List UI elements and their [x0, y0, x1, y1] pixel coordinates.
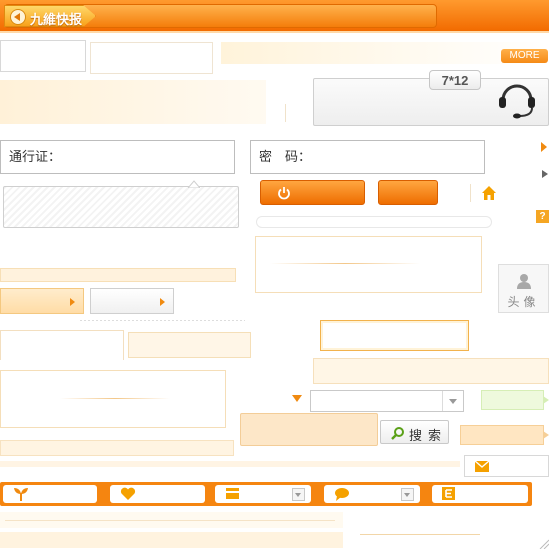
- password-label: 密 码：: [259, 149, 312, 164]
- divider: [60, 398, 170, 399]
- dropdown-button[interactable]: [0, 288, 84, 314]
- panel-strip: [0, 440, 234, 456]
- passport-field[interactable]: 通行证：: [0, 140, 235, 174]
- divider: [5, 520, 335, 521]
- login-button[interactable]: [260, 180, 365, 205]
- avatar[interactable]: 头像: [498, 264, 549, 313]
- news-tab-label: 九維快报: [30, 12, 83, 27]
- orange-tag: [460, 425, 544, 445]
- divider: [285, 104, 286, 122]
- password-field[interactable]: 密 码：: [250, 140, 485, 174]
- tab-inactive[interactable]: [128, 332, 251, 358]
- divider: [80, 320, 245, 321]
- register-button[interactable]: [378, 180, 438, 205]
- search-icon: [391, 427, 404, 440]
- divider: [360, 534, 480, 535]
- chevron-down-icon[interactable]: [292, 395, 302, 402]
- arrow-right-icon: [70, 298, 75, 306]
- login-tip-box: [3, 186, 239, 228]
- headset-icon: [499, 84, 535, 119]
- panel-strip: [221, 42, 547, 64]
- panel-box: [90, 42, 213, 74]
- help-icon[interactable]: ?: [536, 210, 549, 223]
- passport-label: 通行证：: [9, 149, 62, 164]
- arrow-right-icon[interactable]: [540, 142, 548, 152]
- tip-notch: [188, 180, 200, 188]
- divider: [470, 184, 471, 202]
- panel-strip: [0, 532, 343, 548]
- tag-arrow: [543, 396, 549, 404]
- chevron-down-icon[interactable]: [401, 488, 414, 501]
- home-icon[interactable]: [481, 185, 497, 201]
- category-select[interactable]: [310, 390, 464, 412]
- mail-box[interactable]: [464, 455, 549, 477]
- more-button[interactable]: MORE: [501, 49, 548, 63]
- avatar-label: 头像: [507, 295, 540, 309]
- power-icon: [278, 187, 290, 200]
- toolbar-item-card[interactable]: [215, 485, 311, 503]
- user-icon: [517, 274, 531, 289]
- toolbar-item-heart[interactable]: [110, 485, 205, 503]
- progress-track: [256, 216, 492, 228]
- search-button[interactable]: 搜索: [380, 420, 449, 444]
- speaker-icon: [10, 9, 26, 25]
- e-icon: [442, 487, 455, 500]
- chat-icon: [335, 488, 349, 501]
- arrow-right-icon[interactable]: [542, 170, 548, 178]
- panel-strip: [313, 358, 549, 384]
- panel-box: [0, 40, 86, 72]
- chevron-down-icon: [442, 391, 463, 411]
- dropdown-button[interactable]: [90, 288, 174, 314]
- card-icon: [226, 488, 239, 499]
- input-box[interactable]: [240, 413, 378, 446]
- green-tag: [481, 390, 544, 410]
- search-button-label: 搜索: [409, 428, 448, 443]
- content-panel: [255, 236, 482, 293]
- arrow-right-icon: [160, 298, 165, 306]
- highlight-input[interactable]: [320, 320, 469, 351]
- sprout-icon: [14, 488, 28, 501]
- news-tab[interactable]: 九維快报: [4, 5, 96, 27]
- resize-icon[interactable]: [538, 538, 549, 549]
- chevron-down-icon[interactable]: [292, 488, 305, 501]
- tag-arrow: [543, 431, 549, 439]
- service-hours-bubble: 7*12: [429, 70, 481, 90]
- heart-icon: [120, 487, 136, 500]
- panel-strip: [0, 461, 460, 467]
- toolbar-item-sprout[interactable]: [3, 485, 97, 503]
- mail-icon: [475, 461, 489, 472]
- toolbar-item-e[interactable]: [432, 485, 528, 503]
- tab-active[interactable]: [0, 330, 124, 360]
- content-panel: [0, 370, 226, 428]
- divider: [270, 263, 420, 264]
- panel-strip: [0, 80, 266, 124]
- panel-strip: [0, 268, 236, 282]
- toolbar-item-chat[interactable]: [324, 485, 420, 503]
